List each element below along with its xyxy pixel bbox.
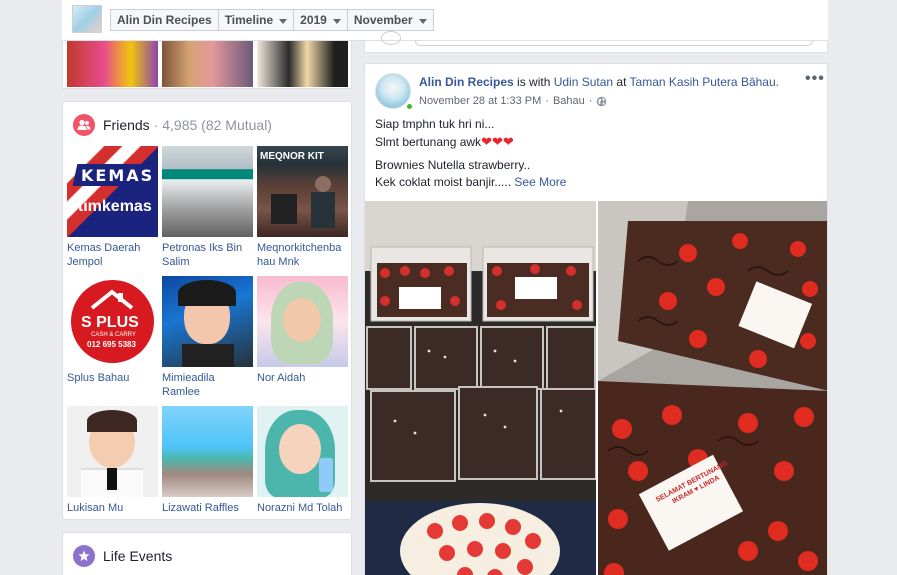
friend-name[interactable]: Meqnorkitchenba hau Mnk [257,241,348,269]
post-line: Siap tmphn tuk hri ni... [375,117,495,131]
friend-name[interactable]: Mimieadila Ramlee [162,371,253,399]
friend-tile[interactable]: S PLUS CASH & CARRY 012 695 5383 Splus B… [67,276,158,385]
public-globe-icon [597,96,607,106]
post-photo-left[interactable] [365,201,596,575]
friends-count: · 4,985 (82 Mutual) [153,117,272,133]
post-line: Slmt bertunang awk [375,135,482,149]
friend-photo[interactable]: KEMAS #timkemas [67,146,158,237]
friend-photo[interactable] [162,406,253,497]
timeline-nav-bar: Alin Din Recipes Timeline 2019 November [62,0,828,41]
breadcrumb: Alin Din Recipes Timeline 2019 November [110,9,434,31]
meta-separator: · [545,95,549,107]
composer-avatar [381,31,401,45]
post-photo-right[interactable]: SELAMAT BERTUNANG IKRAM ♥ LINDA [598,201,827,575]
photo-thumbnail[interactable] [257,41,348,87]
friend-photo[interactable] [162,146,253,237]
post-author-link[interactable]: Alin Din Recipes [419,75,514,89]
splus-sub-text: CASH & CARRY [91,332,136,338]
splus-brand-text: S PLUS [81,314,139,331]
post-text-block: Brownies Nutella strawberry.. Kek coklat… [375,157,815,191]
post-headline: Alin Din Recipes is with Udin Sutan at T… [419,75,779,89]
friend-tile[interactable]: Petronas Iks Bin Salim [162,146,253,269]
kemas-logo-text: KEMAS [81,166,155,185]
friend-tile[interactable]: Norazni Md Tolah [257,406,348,515]
post-line: Brownies Nutella strawberry.. [375,158,531,172]
more-options-icon[interactable]: ••• [805,70,825,88]
post-line: Kek coklat moist banjir..... [375,175,512,189]
life-events-header: Life Events [73,545,172,567]
crumb-month[interactable]: November [346,9,434,31]
caret-down-icon [418,18,427,24]
friend-photo[interactable] [257,276,348,367]
online-status-dot [405,102,414,111]
star-icon [73,545,95,567]
friend-tile[interactable]: Mimieadila Ramlee [162,276,253,399]
crumb-label: November [353,13,413,27]
shop-sign-text: MEQNOR KIT [260,151,324,162]
friend-photo[interactable] [162,276,253,367]
see-more-link[interactable]: See More [514,175,566,189]
friend-name[interactable]: Nor Aidah [257,371,348,385]
crumb-timeline[interactable]: Timeline [217,9,295,31]
crumb-page-name[interactable]: Alin Din Recipes [110,9,219,31]
friend-tile[interactable]: Lukisan Mu [67,406,158,515]
photo-thumbnail[interactable] [162,41,253,87]
friend-tile[interactable]: KEMAS #timkemas Kemas Daerah Jempol [67,146,158,269]
tagged-person-link[interactable]: Udin Sutan [554,75,613,89]
life-events-title[interactable]: Life Events [103,548,172,564]
friends-title[interactable]: Friends [103,117,150,133]
friend-photo[interactable] [67,406,158,497]
friend-name[interactable]: Kemas Daerah Jempol [67,241,158,269]
friends-card-header: Friends · 4,985 (82 Mutual) [73,114,272,136]
page-avatar-thumbnail[interactable] [72,5,102,33]
with-text: is with [513,75,554,89]
at-text: at [613,75,630,89]
post-text-block: Siap tmphn tuk hri ni... Slmt bertunang … [375,116,815,151]
splus-phone-text: 012 695 5383 [87,340,136,349]
friend-tile[interactable]: Nor Aidah [257,276,348,385]
caret-down-icon [332,18,341,24]
crumb-label: Alin Din Recipes [117,13,212,27]
friend-photo[interactable]: S PLUS CASH & CARRY 012 695 5383 [67,276,158,367]
friend-tile[interactable]: MEQNOR KIT Meqnorkitchenba hau Mnk [257,146,348,269]
friend-name[interactable]: Norazni Md Tolah [257,501,348,515]
post-location[interactable]: Bahau [553,95,585,107]
friend-name[interactable]: Petronas Iks Bin Salim [162,241,253,269]
composer-remnant [364,31,828,53]
brownie-tray-illustration [598,201,827,575]
friends-icon [73,114,95,136]
friends-card: Friends · 4,985 (82 Mutual) KEMAS #timke… [62,101,352,520]
crumb-label: Timeline [224,13,274,27]
composer-input[interactable] [415,41,813,46]
friend-photo[interactable] [257,406,348,497]
life-events-card: Life Events [62,532,352,575]
caret-down-icon [279,18,288,24]
photos-strip [62,41,352,89]
photo-thumbnail[interactable] [67,41,158,87]
brownie-containers-illustration [365,201,596,575]
meta-separator: · [588,95,593,107]
post-timestamp[interactable]: November 28 at 1:33 PM [419,95,541,107]
friend-name[interactable]: Splus Bahau [67,371,158,385]
friend-photo[interactable]: MEQNOR KIT [257,146,348,237]
friend-tile[interactable]: Lizawati Raffles [162,406,253,515]
crumb-year[interactable]: 2019 [293,9,348,31]
place-link[interactable]: Taman Kasih Putera Bâhau. [630,75,779,89]
post-text: Siap tmphn tuk hri ni... Slmt bertunang … [375,116,815,197]
crumb-label: 2019 [300,13,327,27]
timeline-post: Alin Din Recipes is with Udin Sutan at T… [364,63,828,575]
friend-name[interactable]: Lizawati Raffles [162,501,253,515]
heart-emoji: ❤❤❤ [481,134,514,149]
kemas-hashtag-text: #timkemas [69,198,152,215]
friend-name[interactable]: Lukisan Mu [67,501,158,515]
post-meta: November 28 at 1:33 PM · Bahau · [419,95,607,107]
